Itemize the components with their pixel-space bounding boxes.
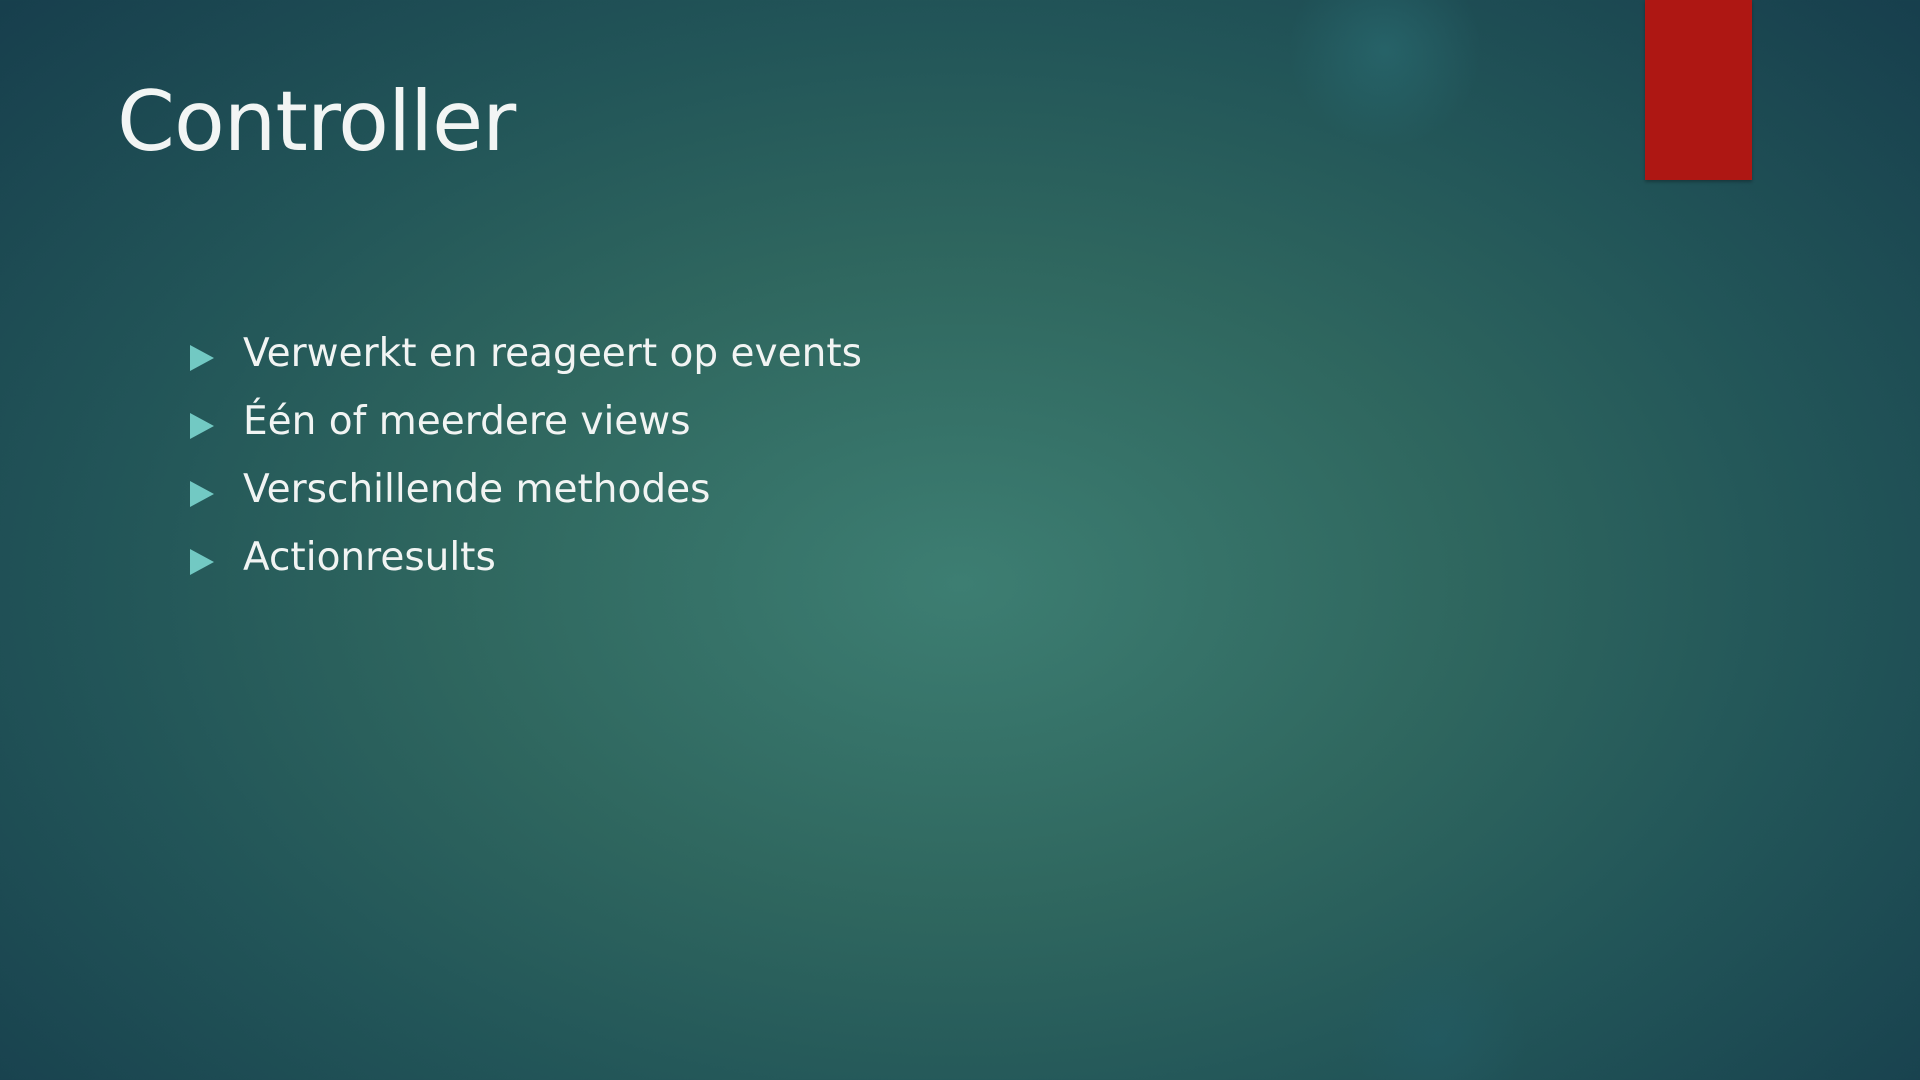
slide-title: Controller [117, 73, 516, 170]
red-accent-tab [1645, 0, 1752, 180]
slide: Controller Verwerkt en reageert op event… [0, 0, 1920, 1080]
triangle-right-icon [190, 481, 214, 507]
background-glow [1350, 950, 1525, 1080]
triangle-right-icon [190, 549, 214, 575]
triangle-right-icon [190, 345, 214, 371]
triangle-right-icon [190, 413, 214, 439]
bullet-text: Één of meerdere views [243, 399, 691, 444]
bullet-text: Verschillende methodes [243, 467, 711, 512]
bullet-text: Verwerkt en reageert op events [243, 331, 862, 376]
background-glow [1290, 0, 1480, 145]
bullet-text: Actionresults [243, 535, 496, 580]
